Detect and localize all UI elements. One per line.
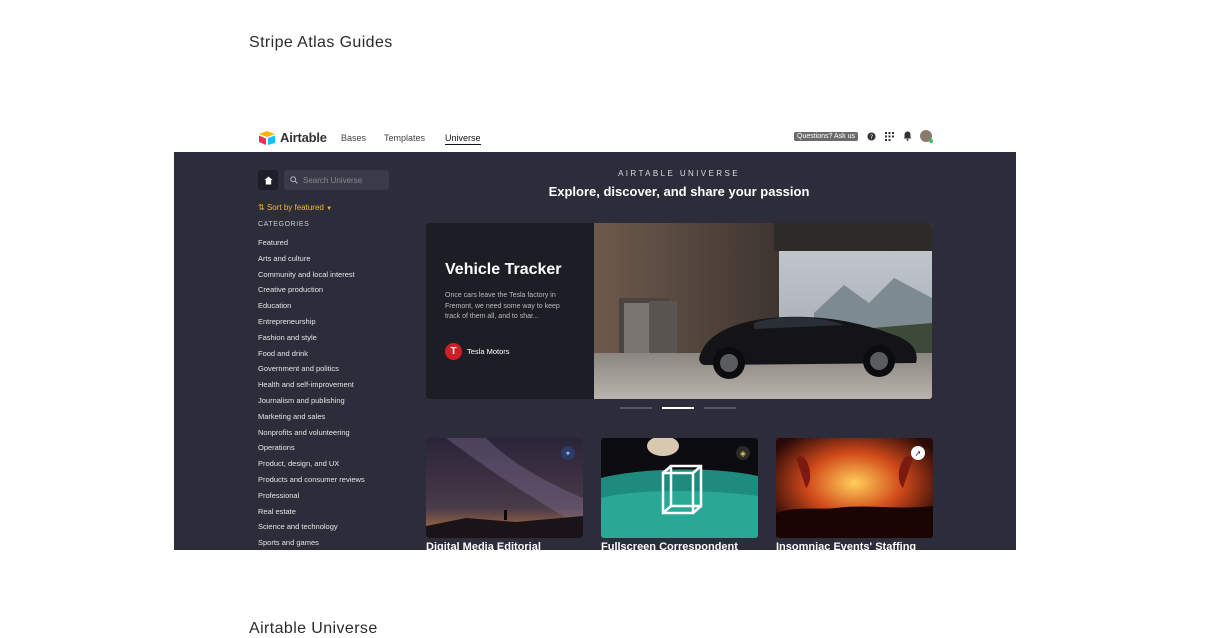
home-icon: [263, 175, 273, 185]
featured-car-image: [594, 223, 932, 399]
svg-text:?: ?: [869, 133, 872, 140]
airtable-logo-text: Airtable: [280, 130, 327, 145]
card-title-3[interactable]: Insomniac Events' Staffing: [776, 541, 916, 550]
sidebar-category[interactable]: Entrepreneurship: [258, 314, 365, 330]
category-list: Featured Arts and culture Community and lo…: [258, 235, 365, 550]
universe-card-3[interactable]: ➚: [776, 438, 933, 538]
nav-bases[interactable]: Bases: [341, 133, 366, 143]
pool-image: [601, 438, 758, 538]
card-badge-icon: ➚: [911, 446, 925, 460]
section-title: Airtable Universe: [249, 620, 378, 637]
sort-label: Sort by featured: [266, 203, 324, 212]
card-title-1[interactable]: Digital Media Editorial: [426, 541, 541, 550]
apps-grid-icon[interactable]: [884, 131, 894, 141]
airtable-screenshot: Airtable Bases Templates Universe Questi…: [174, 122, 1016, 550]
nav-templates[interactable]: Templates: [384, 133, 425, 143]
sidebar-category[interactable]: Featured: [258, 235, 365, 251]
help-icon[interactable]: ?: [866, 131, 876, 141]
airtable-logo-icon: [259, 130, 275, 145]
featured-title: Vehicle Tracker: [445, 261, 562, 278]
sidebar-category[interactable]: Product, design, and UX: [258, 456, 365, 472]
sidebar-category[interactable]: Health and self-improvement: [258, 377, 365, 393]
search-input[interactable]: Search Universe: [284, 170, 389, 190]
hero-kicker: AIRTABLE UNIVERSE: [618, 169, 740, 178]
card-badge-icon: ✦: [561, 446, 575, 460]
sidebar-category[interactable]: Community and local interest: [258, 267, 365, 283]
milky-way-image: [426, 438, 583, 538]
sidebar-category[interactable]: Professional: [258, 488, 365, 504]
universe-content: Search Universe ⇅ Sort by featured ▼ CAT…: [174, 152, 1016, 550]
sidebar-category[interactable]: Science and technology: [258, 519, 365, 535]
search-placeholder: Search Universe: [303, 175, 363, 185]
questions-badge[interactable]: Questions? Ask us: [794, 131, 858, 141]
universe-card-1[interactable]: ✦: [426, 438, 583, 538]
airtable-navbar: Airtable Bases Templates Universe Questi…: [174, 122, 1016, 152]
home-button[interactable]: [258, 170, 278, 190]
hero-title: Explore, discover, and share your passio…: [548, 184, 810, 199]
sidebar-category[interactable]: Creative production: [258, 282, 365, 298]
airtable-logo[interactable]: Airtable: [258, 130, 327, 145]
carousel-dot-active[interactable]: [662, 407, 694, 409]
featured-card[interactable]: Vehicle Tracker Once cars leave the Tesl…: [426, 223, 932, 399]
sidebar-category[interactable]: Arts and culture: [258, 251, 365, 267]
featured-brand[interactable]: T Tesla Motors: [445, 343, 510, 360]
sidebar-category[interactable]: Sports and games: [258, 535, 365, 550]
sort-icon: ⇅: [258, 203, 265, 212]
carousel-dots: [620, 407, 736, 409]
featured-brand-name: Tesla Motors: [467, 347, 510, 356]
page-title: Stripe Atlas Guides: [249, 34, 393, 51]
universe-card-2[interactable]: ◈: [601, 438, 758, 538]
card-badge-icon: ◈: [736, 446, 750, 460]
chevron-down-icon: ▼: [326, 206, 333, 212]
card-title-2[interactable]: Fullscreen Correspondent: [601, 541, 738, 550]
sidebar-category[interactable]: Products and consumer reviews: [258, 472, 365, 488]
sort-dropdown[interactable]: ⇅ Sort by featured ▼: [258, 203, 332, 212]
concert-image: [776, 438, 933, 538]
featured-text-panel: Vehicle Tracker Once cars leave the Tesl…: [426, 223, 594, 399]
featured-description: Once cars leave the Tesla factory in Fre…: [445, 292, 560, 320]
sidebar-category[interactable]: Government and politics: [258, 361, 365, 377]
sidebar-category[interactable]: Real estate: [258, 504, 365, 520]
sidebar-category[interactable]: Operations: [258, 440, 365, 456]
bell-icon[interactable]: [902, 131, 912, 141]
navbar-actions: Questions? Ask us ?: [794, 130, 933, 143]
sidebar-category[interactable]: Nonprofits and volunteering: [258, 425, 365, 441]
sidebar-category[interactable]: Education: [258, 298, 365, 314]
search-icon: [290, 176, 298, 184]
sidebar-category[interactable]: Marketing and sales: [258, 409, 365, 425]
avatar[interactable]: [920, 130, 933, 143]
tesla-logo-icon: T: [445, 343, 462, 360]
carousel-dot[interactable]: [620, 407, 652, 409]
categories-heading: CATEGORIES: [258, 221, 310, 228]
carousel-dot[interactable]: [704, 407, 736, 409]
sidebar-category[interactable]: Journalism and publishing: [258, 393, 365, 409]
sidebar-category[interactable]: Food and drink: [258, 346, 365, 362]
nav-universe[interactable]: Universe: [445, 133, 481, 145]
sidebar-category[interactable]: Fashion and style: [258, 330, 365, 346]
